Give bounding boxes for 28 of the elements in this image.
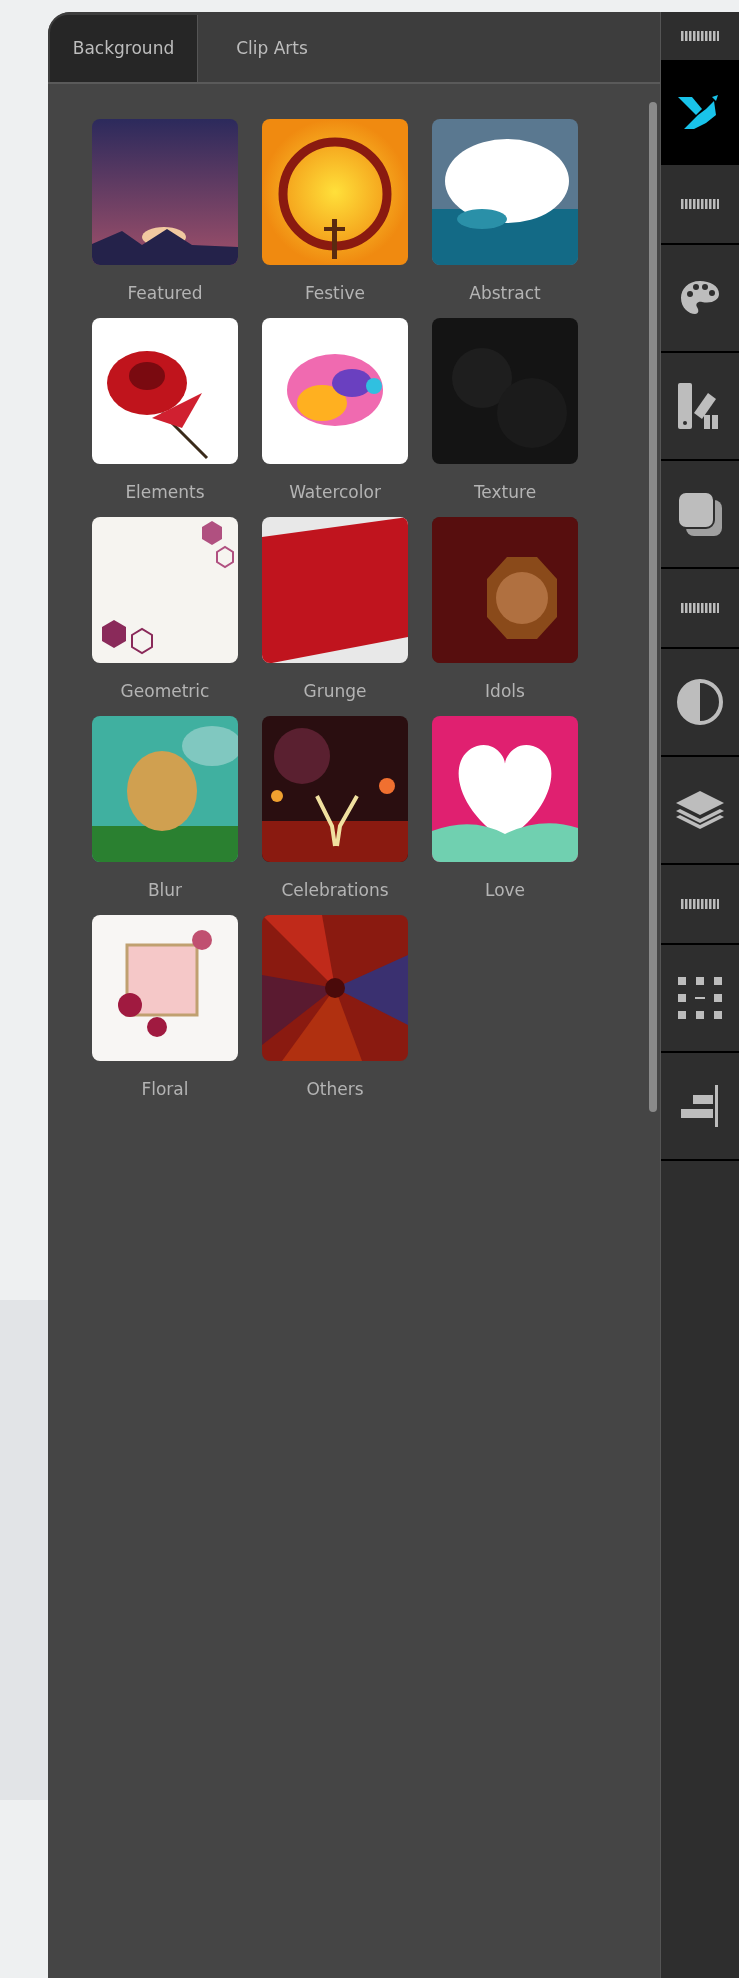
category-label: Abstract [469, 282, 541, 305]
align-icon [681, 1085, 719, 1127]
palette-icon [680, 280, 720, 316]
category-label: Love [484, 879, 526, 902]
sidebar-tool-button[interactable] [661, 62, 739, 165]
category-label: Watercolor [289, 481, 381, 504]
category-label: Others [306, 1078, 364, 1101]
category-label: Blur [147, 879, 183, 902]
category-label: Elements [125, 481, 205, 504]
grip-icon [681, 899, 719, 909]
scrollbar-thumb[interactable] [649, 102, 657, 1112]
grip-icon [681, 199, 719, 209]
category-label: Texture [473, 481, 537, 504]
grip-icon [681, 31, 719, 41]
layers-icon [676, 791, 724, 829]
grip-icon [681, 603, 719, 613]
category-label: Geometric [120, 680, 210, 703]
selection-icon [678, 977, 722, 1019]
shadow-icon [678, 492, 722, 536]
tab[interactable]: Clip Arts [198, 15, 346, 82]
category-label: Floral [141, 1078, 189, 1101]
contrast-icon [677, 679, 723, 725]
tab[interactable]: Background [50, 15, 198, 82]
category-label: Festive [304, 282, 366, 305]
category-label: Idols [485, 680, 525, 703]
category-label: Featured [127, 282, 203, 305]
category-label: Celebrations [281, 879, 389, 902]
category-label: Grunge [303, 680, 367, 703]
